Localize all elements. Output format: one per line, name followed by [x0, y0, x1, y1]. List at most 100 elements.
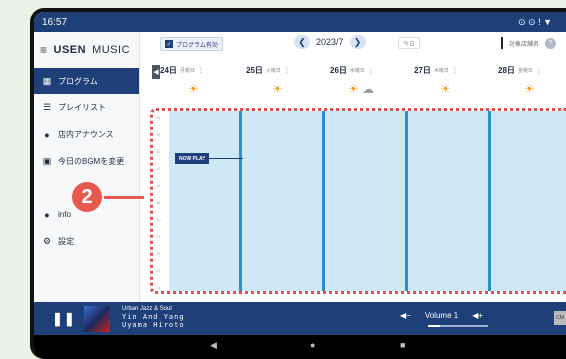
sidebar-item-settings[interactable]: ⚙ 設定 [34, 228, 139, 255]
status-icons: ⊙ ⊙ ! ▼ [518, 16, 552, 27]
day-date: 26日 [330, 66, 347, 75]
sidebar-item-label: 設定 [58, 237, 74, 246]
sun-icon: ☀ [272, 82, 283, 96]
speech-icon: ● [44, 129, 50, 140]
tablet-frame: 16:57 ⊙ ⊙ ! ▼ ≡ USEN MUSIC ▦ プログラム ☰ プレイ… [30, 8, 566, 359]
hour-tick: 20 [156, 217, 161, 222]
cm-button[interactable]: CM [554, 311, 566, 325]
day-header-item[interactable]: 25日 火曜日 ⋮ [246, 65, 326, 76]
more-icon: ⋮ [535, 68, 542, 74]
callout-badge: 2 [72, 182, 102, 212]
day-header-item[interactable]: 28日 金曜日 ⋮ [498, 65, 566, 76]
more-icon: ⋮ [197, 68, 204, 74]
brand-usen: USEN [53, 44, 87, 56]
track-genre: Urban Jazz & Soul [122, 306, 172, 312]
day-column[interactable] [242, 111, 322, 291]
pause-button[interactable]: ❚❚ [52, 311, 76, 327]
sidebar-item-label: プログラム [58, 76, 98, 86]
sidebar-item-announce[interactable]: ● 店内アナウンス [34, 121, 139, 148]
next-month-button[interactable]: ❯ [349, 35, 366, 49]
volume-up-button[interactable]: ◀+ [472, 311, 483, 320]
schedule-grid-highlight: 14 15 16 17 18 19 20 21 22 23 24 NOW PLAY [150, 108, 566, 294]
sidebar-item-playlist[interactable]: ☰ プレイリスト [34, 94, 139, 121]
program-enable-toggle[interactable]: ✓ プログラム有効 [160, 37, 223, 51]
sidebar-item-label: info [58, 210, 71, 219]
hour-tick: 17 [156, 166, 161, 171]
hour-tick: 18 [156, 183, 161, 188]
day-header-item[interactable]: 24日 月曜日 ⋮ [160, 65, 240, 76]
brand-music: MUSIC [92, 44, 131, 56]
day-header: ◀ 24日 月曜日 ⋮ 25日 火曜日 ⋮ 26日 水曜日 ⋮ 27日 木曜日 … [140, 56, 566, 102]
track-artist: Uyama Hiroto [122, 321, 185, 329]
hour-tick: 14 [156, 115, 161, 120]
volume-control: ◀− Volume 1 ◀+ [400, 311, 488, 327]
day-weekday: 水曜日 [349, 68, 365, 74]
schedule-toolbar: ✓ プログラム有効 ❮ 2023/7 ❯ 今日 対象店舗名 ? [140, 32, 566, 56]
hour-tick: 19 [156, 200, 161, 205]
checkbox-icon: ✓ [165, 40, 173, 48]
more-icon: ⋮ [367, 68, 374, 74]
album-art [84, 306, 110, 332]
toolbar-right: 対象店舗名 ? [500, 37, 556, 49]
android-nav-bar: ◀ ● ■ [34, 335, 566, 359]
back-arrow-icon[interactable]: ◀ [152, 65, 160, 79]
hour-tick: 23 [156, 268, 161, 273]
sidebar-item-label: 店内アナウンス [58, 130, 114, 139]
day-header-item[interactable]: 27日 木曜日 ⋮ [414, 65, 494, 76]
status-bar: 16:57 ⊙ ⊙ ! ▼ [34, 12, 566, 32]
today-button[interactable]: 今日 [398, 37, 420, 49]
sidebar-item-program[interactable]: ▦ プログラム [34, 68, 139, 94]
sidebar-item-label: 今日のBGMを変更 [58, 157, 125, 166]
prev-month-button[interactable]: ❮ [294, 35, 310, 49]
month-label: 2023/7 [316, 37, 344, 47]
day-weekday: 火曜日 [265, 68, 281, 74]
sun-icon: ☀ [188, 82, 199, 96]
sun-icon: ☀ [348, 82, 359, 96]
volume-slider-fill [428, 325, 440, 327]
hour-tick: 24 [156, 285, 161, 290]
hour-tick: 21 [156, 234, 161, 239]
volume-slider[interactable] [428, 325, 488, 327]
hour-tick: 16 [156, 149, 161, 154]
player-bar: ❚❚ Urban Jazz & Soul Yin And Yang Uyama … [34, 302, 566, 335]
app-screen: 16:57 ⊙ ⊙ ! ▼ ≡ USEN MUSIC ▦ プログラム ☰ プレイ… [34, 12, 566, 359]
day-column[interactable] [169, 111, 239, 291]
car-icon: ▣ [42, 156, 52, 166]
sidebar-item-bgm[interactable]: ▣ 今日のBGMを変更 [34, 148, 139, 175]
day-date: 28日 [498, 66, 515, 75]
program-enable-label: プログラム有効 [176, 42, 218, 49]
help-icon[interactable]: ? [545, 37, 556, 49]
track-info: Urban Jazz & Soul Yin And Yang Uyama Hir… [122, 305, 185, 329]
hour-tick: 22 [156, 251, 161, 256]
day-weekday: 木曜日 [433, 68, 449, 74]
more-icon: ⋮ [283, 68, 290, 74]
hamburger-menu-icon[interactable]: ≡ [40, 43, 48, 57]
sun-icon: ☀ [524, 82, 535, 96]
grid-icon: ▦ [42, 75, 52, 86]
status-time: 16:57 [42, 16, 68, 28]
store-label: 対象店舗名 [508, 41, 539, 48]
day-date: 25日 [246, 66, 263, 75]
volume-down-button[interactable]: ◀− [400, 311, 411, 320]
day-column[interactable] [408, 111, 488, 291]
day-weekday: 金曜日 [517, 68, 533, 74]
divider [500, 37, 503, 49]
day-column[interactable] [325, 111, 405, 291]
day-header-item[interactable]: 26日 水曜日 ⋮ [330, 65, 410, 76]
more-icon: ⋮ [451, 68, 458, 74]
nav-recents-icon[interactable]: ■ [400, 340, 405, 350]
cloud-icon: ☁ [362, 82, 374, 96]
nav-home-icon[interactable]: ● [310, 340, 315, 350]
hour-tick: 15 [156, 132, 161, 137]
schedule-main: ✓ プログラム有効 ❮ 2023/7 ❯ 今日 対象店舗名 ? ◀ 24日 月曜… [140, 32, 566, 302]
day-weekday: 月曜日 [179, 68, 195, 74]
sun-icon: ☀ [440, 82, 451, 96]
nav-back-icon[interactable]: ◀ [210, 340, 217, 351]
settings-icon: ⚙ [42, 236, 52, 246]
day-date: 24日 [160, 66, 177, 75]
month-navigator: ❮ 2023/7 ❯ [294, 35, 366, 49]
day-column[interactable] [491, 111, 566, 291]
sidebar: ≡ USEN MUSIC ▦ プログラム ☰ プレイリスト ● 店内アナウンス … [34, 32, 140, 302]
sidebar-item-label: プレイリスト [58, 103, 106, 112]
day-date: 27日 [414, 66, 431, 75]
